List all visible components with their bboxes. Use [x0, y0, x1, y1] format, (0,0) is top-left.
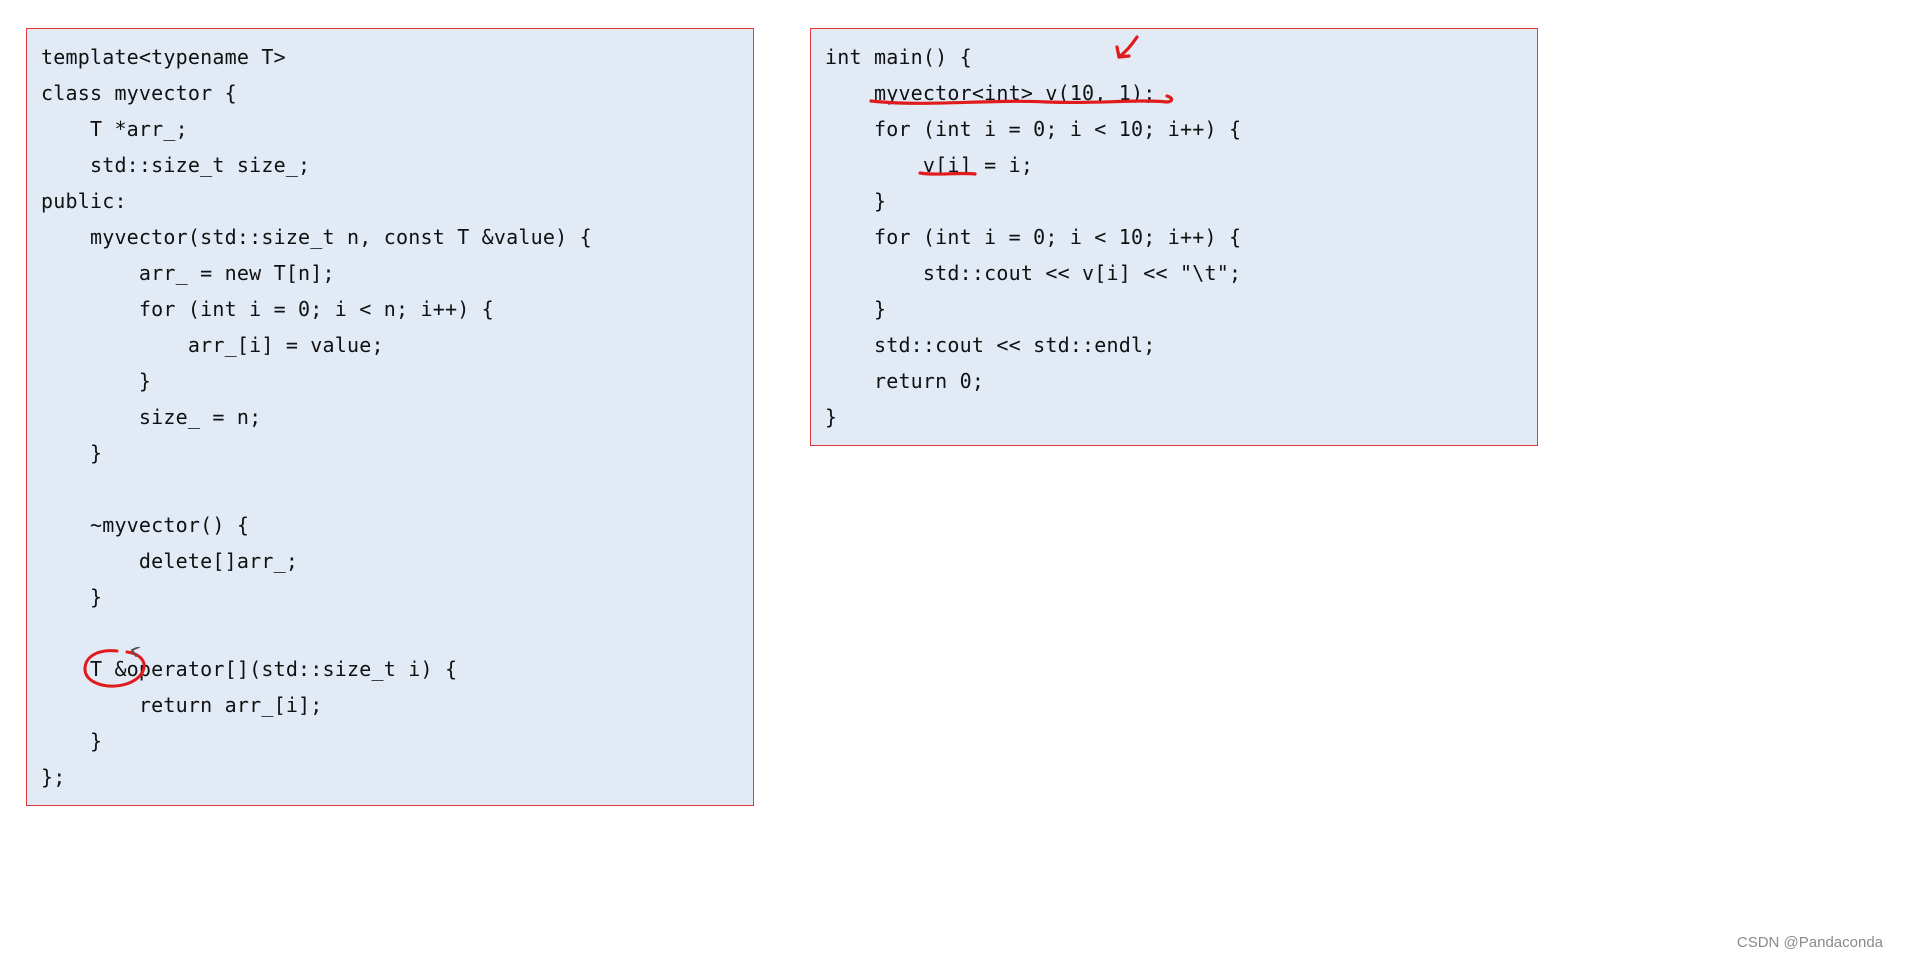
page: template<typename T> class myvector { T …: [0, 0, 1911, 957]
code-box-left: template<typename T> class myvector { T …: [26, 28, 754, 806]
code-right-line-7: }: [825, 297, 886, 321]
watermark: CSDN @Pandaconda: [1737, 934, 1883, 951]
code-right-line-10: }: [825, 405, 837, 429]
code-right-line-2: for (int i = 0; i < 10; i++) {: [825, 117, 1241, 141]
code-right-line-3: v[i] = i;: [825, 153, 1033, 177]
code-left-line-2: T *arr_;: [41, 117, 188, 141]
code-left: template<typename T> class myvector { T …: [41, 39, 739, 795]
code-left-line-4: public:: [41, 189, 127, 213]
code-left-line-0: template<typename T>: [41, 45, 286, 69]
code-left-line-13: ~myvector() {: [41, 513, 249, 537]
code-left-line-19: }: [41, 729, 102, 753]
code-box-right: int main() { myvector<int> v(10, 1); for…: [810, 28, 1538, 446]
code-left-line-10: size_ = n;: [41, 405, 261, 429]
code-right-line-1: myvector<int> v(10, 1);: [825, 81, 1156, 105]
code-right-line-4: }: [825, 189, 886, 213]
columns: template<typename T> class myvector { T …: [26, 28, 1885, 806]
code-right-line-5: for (int i = 0; i < 10; i++) {: [825, 225, 1241, 249]
code-left-line-5: myvector(std::size_t n, const T &value) …: [41, 225, 592, 249]
code-left-line-15: }: [41, 585, 102, 609]
code-right: int main() { myvector<int> v(10, 1); for…: [825, 39, 1523, 435]
code-left-line-6: arr_ = new T[n];: [41, 261, 335, 285]
code-left-line-8: arr_[i] = value;: [41, 333, 384, 357]
code-left-line-18: return arr_[i];: [41, 693, 323, 717]
code-right-line-8: std::cout << std::endl;: [825, 333, 1156, 357]
code-left-line-11: }: [41, 441, 102, 465]
code-left-line-7: for (int i = 0; i < n; i++) {: [41, 297, 494, 321]
code-right-line-9: return 0;: [825, 369, 984, 393]
code-left-line-17: T &operator[](std::size_t i) {: [41, 657, 457, 681]
code-left-line-9: }: [41, 369, 151, 393]
code-left-line-20: };: [41, 765, 65, 789]
code-right-line-6: std::cout << v[i] << "\t";: [825, 261, 1241, 285]
code-left-line-3: std::size_t size_;: [41, 153, 310, 177]
code-right-line-0: int main() {: [825, 45, 972, 69]
code-left-line-1: class myvector {: [41, 81, 237, 105]
code-left-line-14: delete[]arr_;: [41, 549, 298, 573]
